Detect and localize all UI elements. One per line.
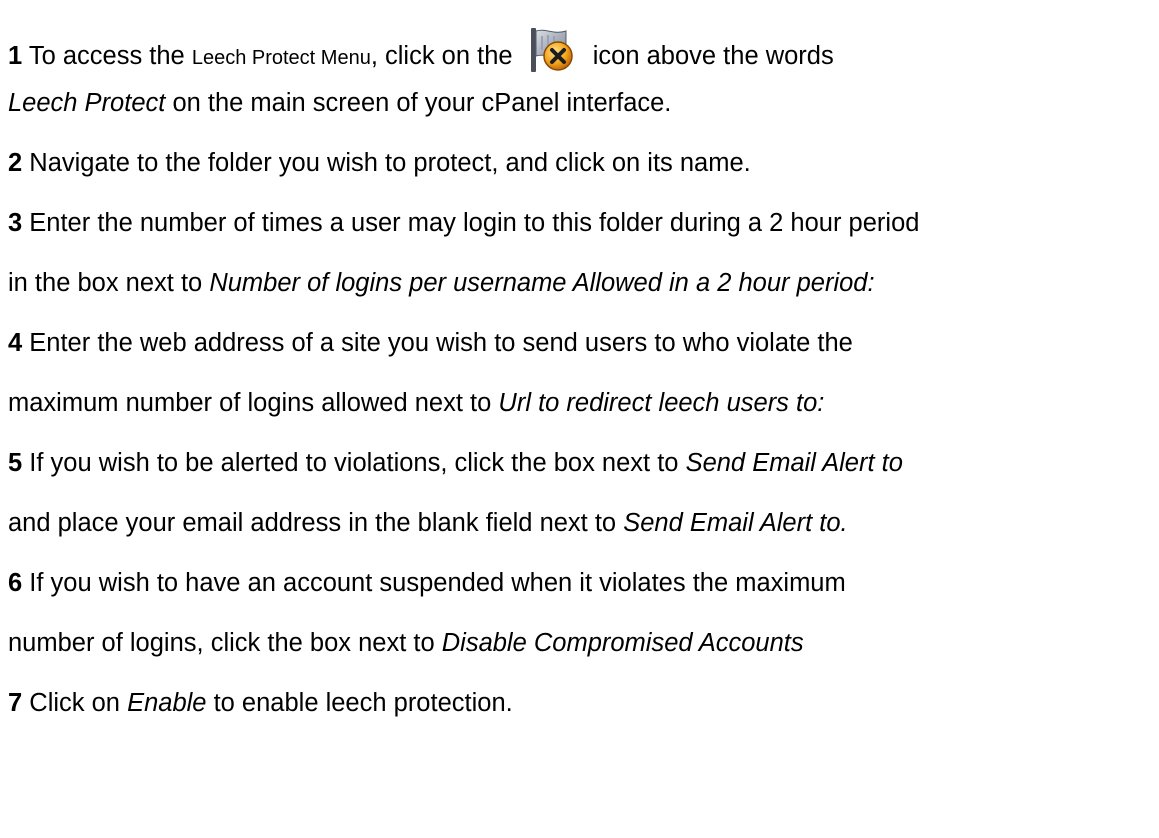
step-text: Enter the web address of a site you wish…	[29, 329, 853, 357]
step-italic-term: Leech Protect	[8, 89, 166, 117]
step-text: in the box next to	[8, 269, 203, 297]
step-number: 2	[8, 149, 23, 177]
step-6-line-1: 6 If you wish to have an account suspend…	[8, 568, 846, 598]
step-text: If you wish to be alerted to violations,…	[29, 449, 679, 477]
step-text: Enter the number of times a user may log…	[29, 209, 920, 237]
step-italic-term: Send Email Alert to.	[623, 509, 848, 537]
step-4-line-2: maximum number of logins allowed next to…	[8, 388, 824, 418]
step-5-line-2: and place your email address in the blan…	[8, 508, 848, 538]
step-italic-term: Enable	[127, 689, 207, 717]
step-3-line-2: in the box next to Number of logins per …	[8, 268, 875, 298]
step-italic-term: Number of logins per username Allowed in…	[209, 269, 875, 297]
step-text: and place your email address in the blan…	[8, 509, 617, 537]
step-number: 5	[8, 449, 23, 477]
step-text: Navigate to the folder you wish to prote…	[29, 149, 751, 177]
step-number: 4	[8, 329, 23, 357]
step-1-line-1: 1 To access the Leech Protect Menu, clic…	[8, 26, 834, 74]
step-4-line-1: 4 Enter the web address of a site you wi…	[8, 328, 853, 358]
leech-protect-icon	[528, 26, 576, 74]
step-1-line-2: Leech Protect on the main screen of your…	[8, 88, 671, 118]
step-text: number of logins, click the box next to	[8, 629, 435, 657]
step-italic-term: Disable Compromised Accounts	[441, 629, 804, 657]
step-3-line-1: 3 Enter the number of times a user may l…	[8, 208, 919, 238]
step-text: on the main screen of your cPanel interf…	[172, 89, 672, 117]
step-7: 7 Click on Enable to enable leech protec…	[8, 688, 513, 718]
step-number: 7	[8, 689, 23, 717]
step-text: If you wish to have an account suspended…	[29, 569, 846, 597]
step-text: Click on	[29, 689, 120, 717]
step-number: 3	[8, 209, 23, 237]
step-text: maximum number of logins allowed next to	[8, 389, 492, 417]
step-text: icon above the words	[592, 42, 834, 70]
step-6-line-2: number of logins, click the box next to …	[8, 628, 804, 658]
step-number: 1	[8, 42, 23, 70]
step-5-line-1: 5 If you wish to be alerted to violation…	[8, 448, 903, 478]
step-text: To access the	[28, 42, 185, 70]
step-text: to enable leech protection.	[213, 689, 513, 717]
step-text: , click on the	[370, 42, 513, 70]
menu-name: Leech Protect Menu	[191, 47, 371, 69]
step-italic-term: Send Email Alert to	[685, 449, 903, 477]
step-2: 2 Navigate to the folder you wish to pro…	[8, 148, 751, 178]
step-number: 6	[8, 569, 23, 597]
step-italic-term: Url to redirect leech users to:	[498, 389, 825, 417]
